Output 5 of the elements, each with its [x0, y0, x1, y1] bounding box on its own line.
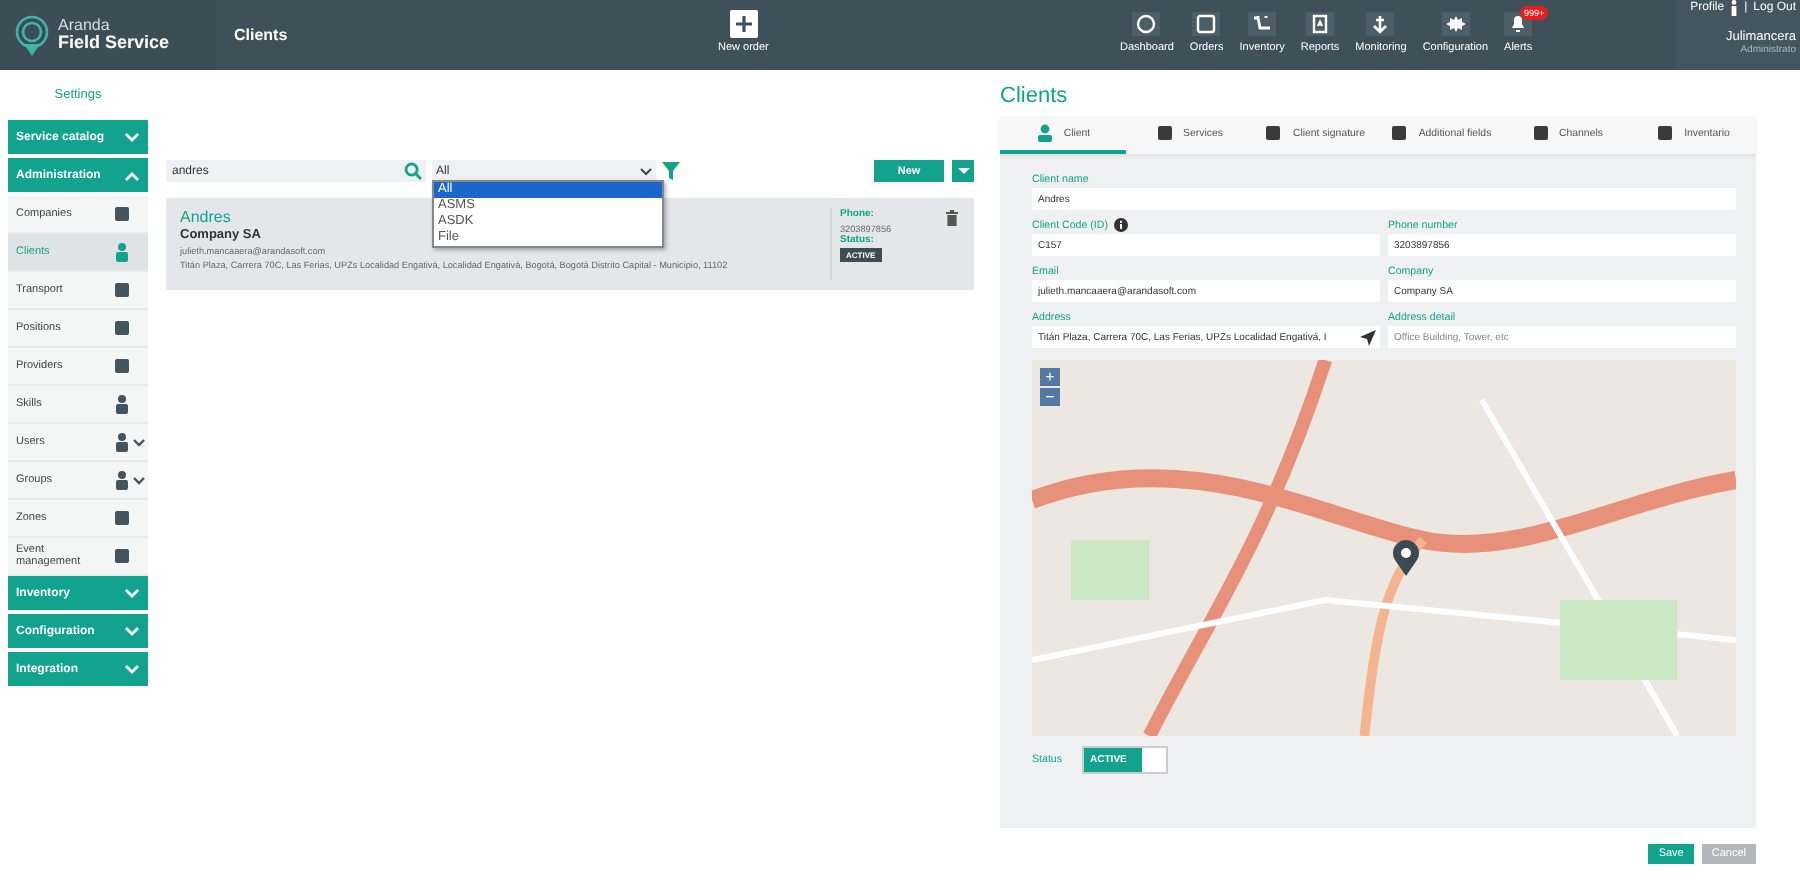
page-title: Clients [234, 26, 288, 44]
logo-text: Field Service [58, 34, 170, 52]
panel-title: Clients [1000, 84, 1070, 112]
client-name: Andres [180, 208, 231, 226]
logo-text: Aranda [58, 18, 112, 34]
